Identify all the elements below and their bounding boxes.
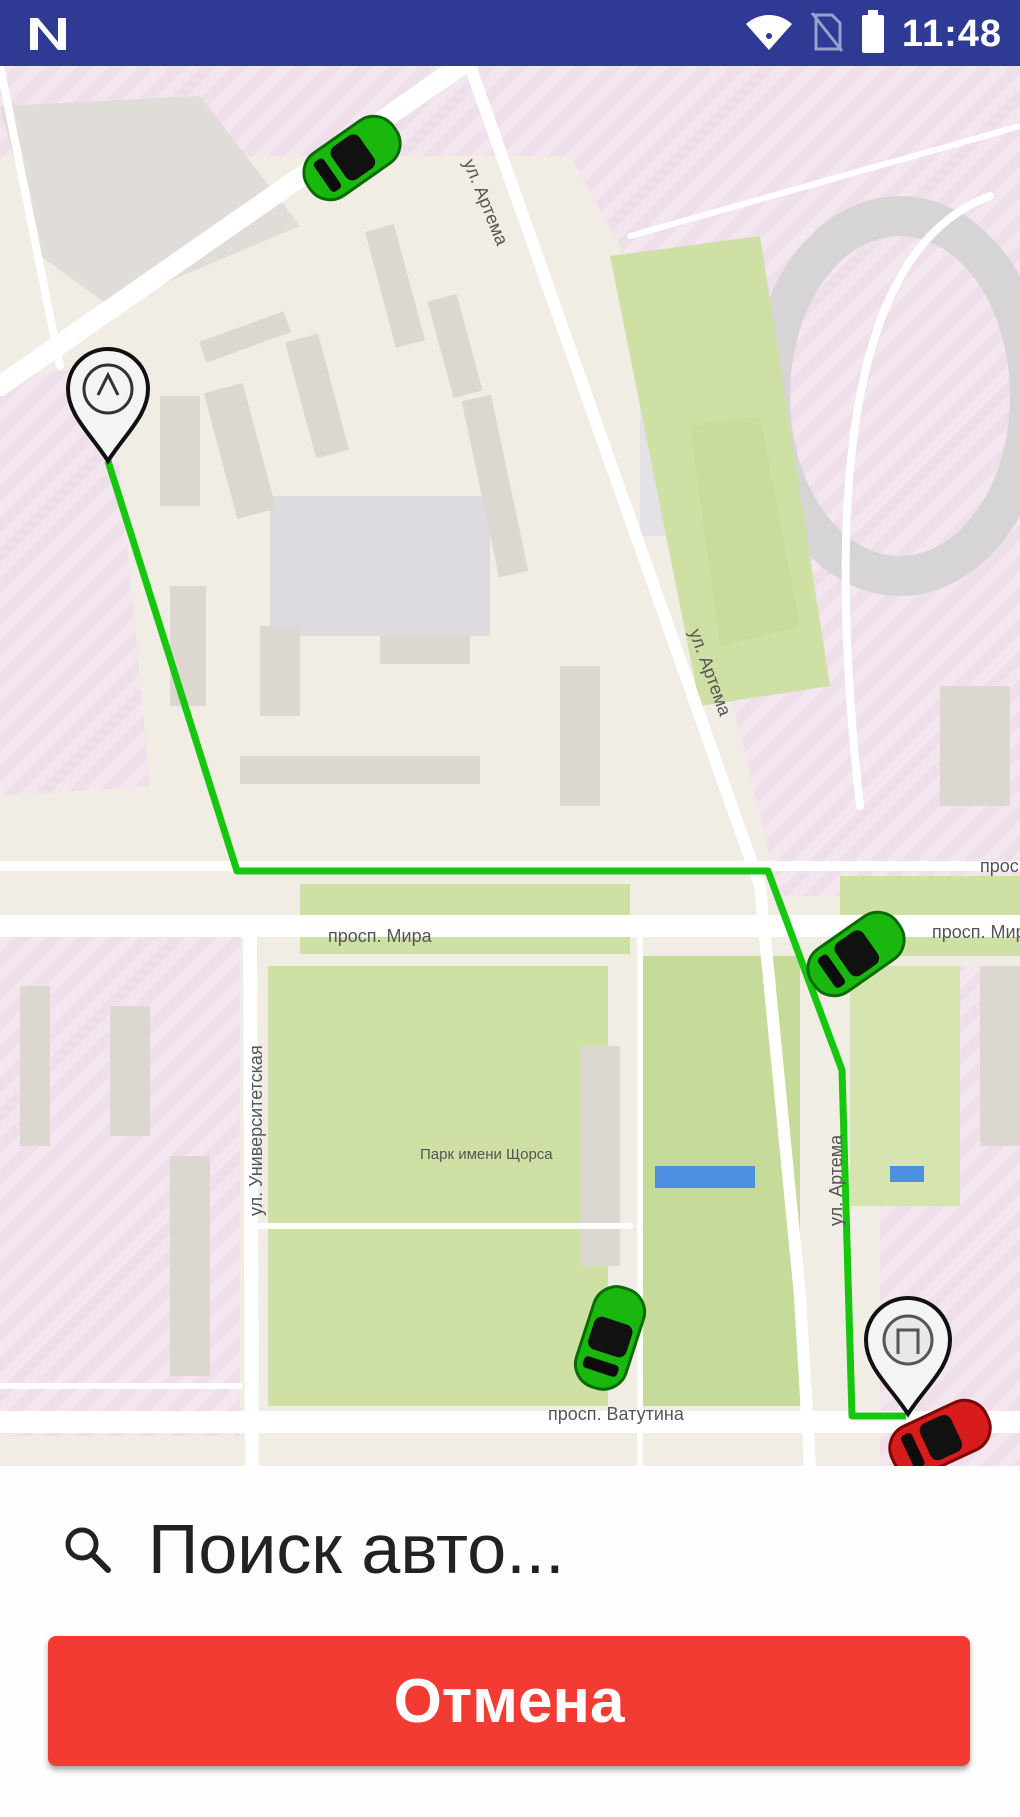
street-label: просп. Мира [932,922,1020,942]
search-icon [62,1524,114,1581]
cancel-button[interactable]: Отмена [48,1636,970,1766]
park-label: Парк имени Щорса [420,1146,553,1163]
map-canvas[interactable] [0,66,1020,1466]
map-view[interactable]: ул. Артема ул. Артема ул. Артема просп. … [0,66,1020,1466]
street-label: просп. Ватутина [548,1404,684,1424]
street-label: ул. Артема [826,1134,846,1226]
bottom-panel: Отмена [0,1466,1020,1817]
street-label: ул. Университетская [246,1045,266,1216]
status-bar: 11:48 [0,0,1020,66]
street-label: прос [980,856,1019,876]
n-app-icon [26,14,70,59]
no-sim-icon [810,11,844,58]
wifi-icon [744,12,794,57]
status-time: 11:48 [901,13,1002,55]
street-label: просп. Мира [328,926,432,946]
search-input[interactable] [148,1504,968,1594]
battery-icon [860,10,886,59]
